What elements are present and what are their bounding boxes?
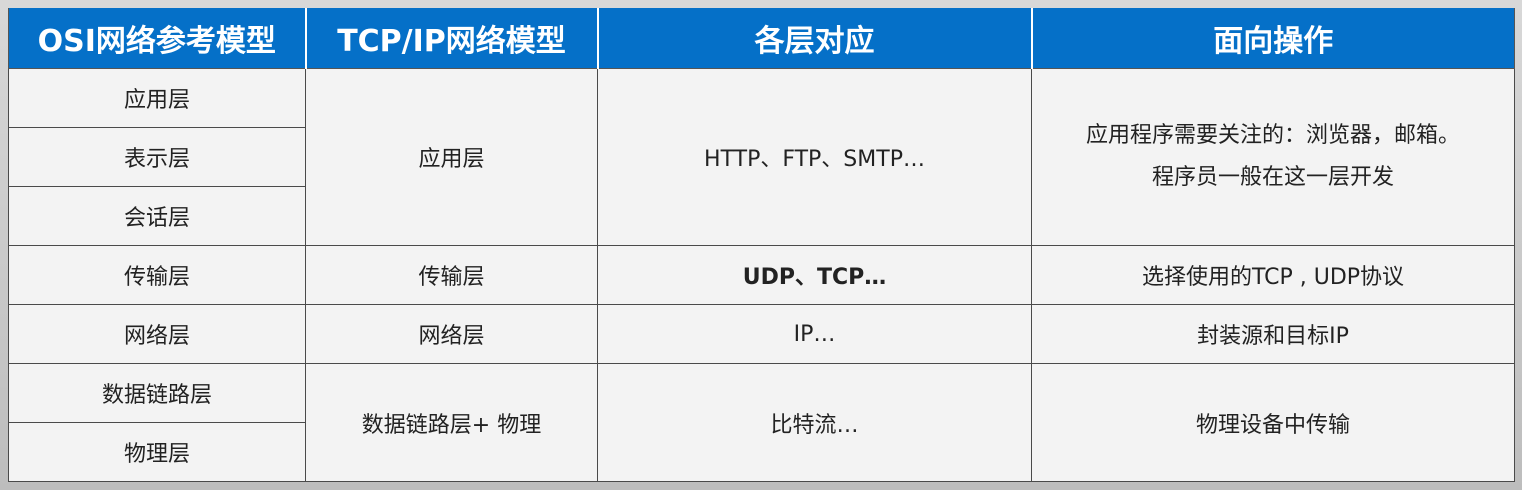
- operations-application-line-2: 程序员一般在这一层开发: [1151, 165, 1394, 190]
- network-model-table: OSI网络参考模型 TCP/IP网络模型 各层对应 面向操作 应用层 应用层 H…: [8, 8, 1515, 482]
- protocols-network: IP…: [597, 304, 1032, 364]
- header-tcpip: TCP/IP网络模型: [304, 8, 599, 69]
- table-row: 传输层 传输层 UDP、TCP… 选择使用的TCP , UDP协议: [8, 245, 1515, 305]
- operations-link-physical: 物理设备中传输: [1031, 363, 1515, 482]
- osi-layer-application: 应用层: [8, 68, 306, 128]
- osi-layer-physical: 物理层: [8, 422, 306, 482]
- tcpip-layer-link-physical: 数据链路层+ 物理: [305, 363, 598, 482]
- osi-layer-session: 会话层: [8, 186, 306, 246]
- table-row: 应用层 应用层 HTTP、FTP、SMTP… 应用程序需要关注的：浏览器，邮箱。…: [8, 68, 1515, 246]
- header-row: OSI网络参考模型 TCP/IP网络模型 各层对应 面向操作: [8, 8, 1515, 69]
- osi-layer-datalink: 数据链路层: [8, 363, 306, 423]
- tcpip-layer-application: 应用层: [305, 68, 598, 246]
- header-protocols: 各层对应: [596, 8, 1033, 69]
- header-osi: OSI网络参考模型: [8, 8, 307, 69]
- header-operations: 面向操作: [1030, 8, 1515, 69]
- operations-application-line-1: 应用程序需要关注的：浏览器，邮箱。: [1085, 123, 1460, 148]
- operations-network: 封装源和目标IP: [1031, 304, 1515, 364]
- table-row: 数据链路层 数据链路层+ 物理 比特流… 物理设备中传输: [8, 363, 1515, 482]
- osi-layer-presentation: 表示层: [8, 127, 306, 187]
- operations-transport: 选择使用的TCP , UDP协议: [1031, 245, 1515, 305]
- operations-application: 应用程序需要关注的：浏览器，邮箱。 程序员一般在这一层开发: [1031, 68, 1515, 246]
- slide-frame: OSI网络参考模型 TCP/IP网络模型 各层对应 面向操作 应用层 应用层 H…: [0, 0, 1522, 490]
- osi-layer-network: 网络层: [8, 304, 306, 364]
- osi-layer-transport: 传输层: [8, 245, 306, 305]
- protocols-transport: UDP、TCP…: [597, 245, 1032, 305]
- protocols-link-physical: 比特流…: [597, 363, 1032, 482]
- tcpip-layer-network: 网络层: [305, 304, 598, 364]
- protocols-application: HTTP、FTP、SMTP…: [597, 68, 1032, 246]
- table-row: 网络层 网络层 IP… 封装源和目标IP: [8, 304, 1515, 364]
- tcpip-layer-transport: 传输层: [305, 245, 598, 305]
